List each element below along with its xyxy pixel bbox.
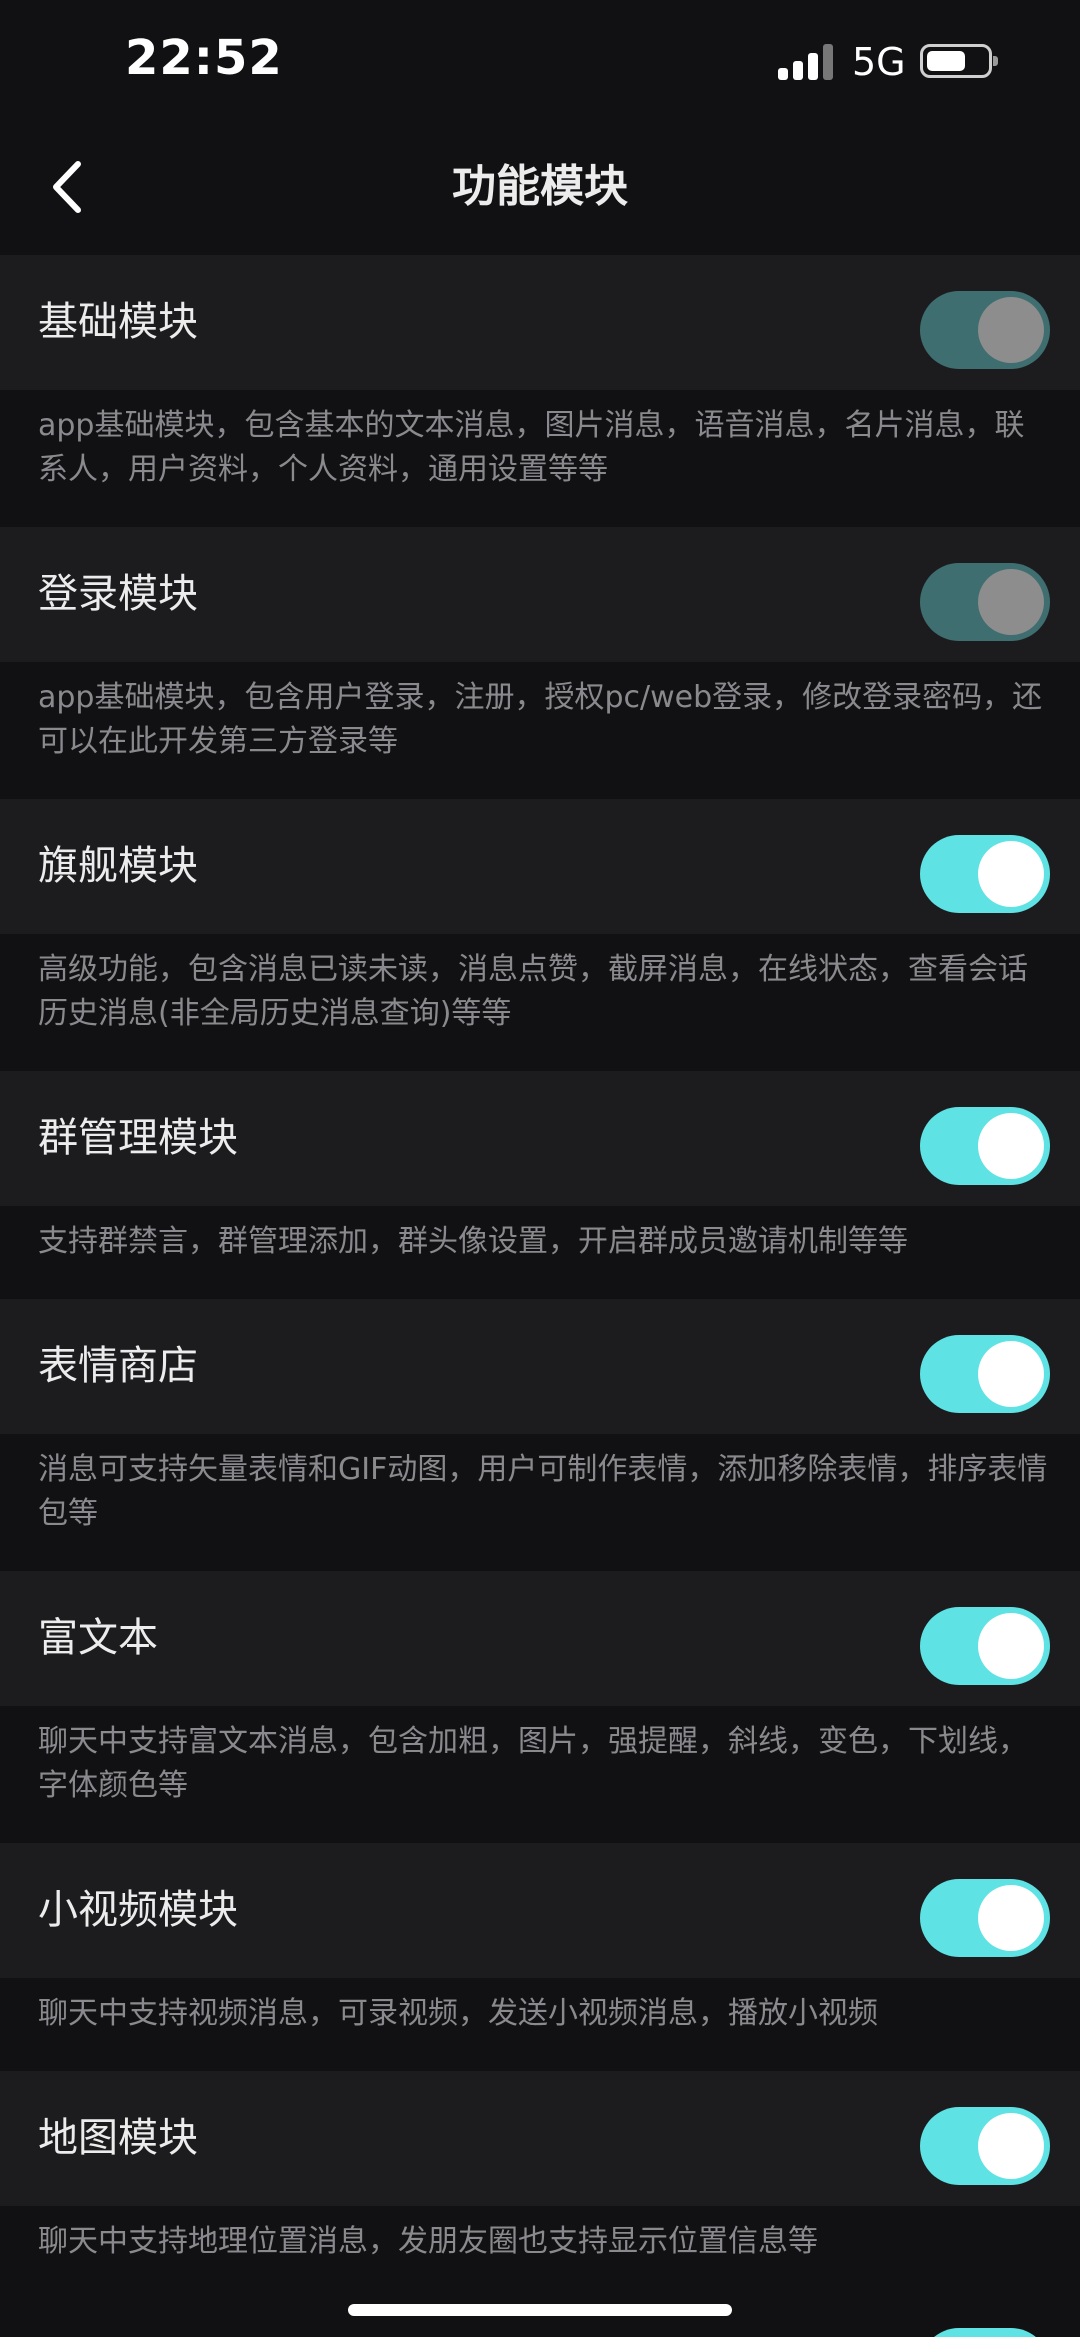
battery-icon	[920, 44, 998, 78]
module-row-basic: 基础模块	[0, 255, 1080, 390]
module-description: 支持群禁言，群管理添加，群头像设置，开启群成员邀请机制等等	[0, 1206, 1080, 1299]
module-toggle-basic[interactable]	[920, 291, 1050, 369]
module-row-map: 地图模块	[0, 2071, 1080, 2206]
module-toggle-login[interactable]	[920, 563, 1050, 641]
app-screen: 22:52 5G 功能模块 基础模块 app基础模块，包含基本的文本消息，图片消…	[0, 0, 1080, 2337]
module-list: 基础模块 app基础模块，包含基本的文本消息，图片消息，语音消息，名片消息，联系…	[0, 255, 1080, 2299]
module-toggle-short-video[interactable]	[920, 1879, 1050, 1957]
network-label: 5G	[852, 40, 906, 84]
module-row-short-video: 小视频模块	[0, 1843, 1080, 1978]
nav-bar: 功能模块	[0, 120, 1080, 255]
status-time: 22:52	[125, 30, 283, 86]
module-description: 聊天中支持地理位置消息，发朋友圈也支持显示位置信息等	[0, 2206, 1080, 2299]
next-module-toggle[interactable]	[920, 2328, 1050, 2337]
module-title: 表情商店	[38, 1343, 198, 1389]
module-title: 旗舰模块	[38, 843, 198, 889]
module-description: app基础模块，包含用户登录，注册，授权pc/web登录，修改登录密码，还可以在…	[0, 662, 1080, 799]
module-row-group-admin: 群管理模块	[0, 1071, 1080, 1206]
module-description: app基础模块，包含基本的文本消息，图片消息，语音消息，名片消息，联系人，用户资…	[0, 390, 1080, 527]
module-description: 聊天中支持富文本消息，包含加粗，图片，强提醒，斜线，变色，下划线，字体颜色等	[0, 1706, 1080, 1843]
module-toggle-map[interactable]	[920, 2107, 1050, 2185]
module-title: 地图模块	[38, 2115, 198, 2161]
module-description: 聊天中支持视频消息，可录视频，发送小视频消息，播放小视频	[0, 1978, 1080, 2071]
page-title: 功能模块	[452, 161, 628, 212]
module-toggle-rich-text[interactable]	[920, 1607, 1050, 1685]
module-toggle-sticker-store[interactable]	[920, 1335, 1050, 1413]
module-title: 群管理模块	[38, 1115, 238, 1161]
home-indicator	[348, 2304, 732, 2316]
module-description: 高级功能，包含消息已读未读，消息点赞，截屏消息，在线状态，查看会话历史消息(非全…	[0, 934, 1080, 1071]
signal-icon	[778, 44, 834, 80]
module-row-sticker-store: 表情商店	[0, 1299, 1080, 1434]
module-toggle-flagship[interactable]	[920, 835, 1050, 913]
module-row-login: 登录模块	[0, 527, 1080, 662]
status-bar: 22:52 5G	[0, 0, 1080, 120]
module-title: 基础模块	[38, 299, 198, 345]
module-title: 小视频模块	[38, 1887, 238, 1933]
module-description: 消息可支持矢量表情和GIF动图，用户可制作表情，添加移除表情，排序表情包等	[0, 1434, 1080, 1571]
module-title: 登录模块	[38, 571, 198, 617]
module-toggle-group-admin[interactable]	[920, 1107, 1050, 1185]
module-row-flagship: 旗舰模块	[0, 799, 1080, 934]
module-row-rich-text: 富文本	[0, 1571, 1080, 1706]
module-title: 富文本	[38, 1615, 158, 1661]
